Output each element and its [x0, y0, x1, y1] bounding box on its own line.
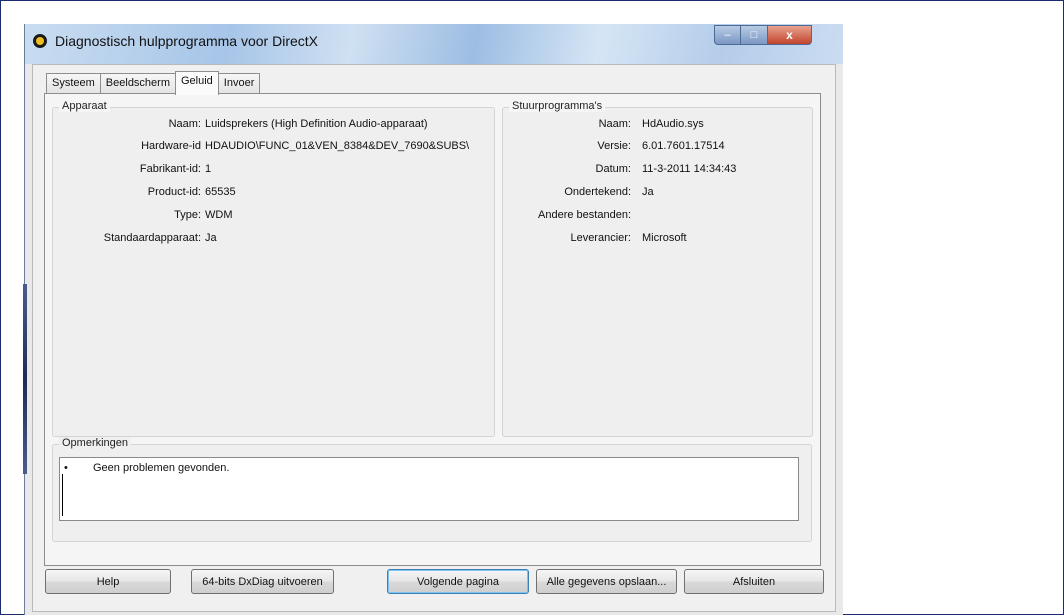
help-button[interactable]: Help: [45, 569, 171, 594]
text-caret: [62, 474, 63, 516]
apparaat-value-standaardapparaat: Ja: [205, 232, 217, 244]
driver-label-versie: Versie:: [597, 140, 631, 152]
bullet-icon: •: [64, 462, 68, 474]
driver-row-andere-bestanden: Andere bestanden:: [503, 209, 811, 223]
stuurprogrammas-group: Stuurprogramma's Naam: HdAudio.sys Versi…: [502, 100, 813, 437]
driver-row-leverancier: Leverancier: Microsoft: [503, 232, 811, 246]
driver-row-naam: Naam: HdAudio.sys: [503, 118, 811, 132]
exit-button[interactable]: Afsluiten: [684, 569, 824, 594]
driver-value-leverancier: Microsoft: [642, 232, 687, 244]
driver-label-datum: Datum:: [595, 163, 631, 175]
directx-icon: [33, 34, 47, 48]
apparaat-value-hardware-id: HDAUDIO\FUNC_01&VEN_8384&DEV_7690&SUBS\: [205, 140, 470, 152]
apparaat-value-product-id: 65535: [205, 186, 236, 198]
driver-value-datum: 11-3-2011 14:34:43: [642, 163, 737, 175]
window-title: Diagnostisch hulpprogramma voor DirectX: [55, 33, 318, 49]
apparaat-row-naam: Naam: Luidsprekers (High Definition Audi…: [53, 118, 493, 132]
apparaat-label-product-id: Product-id:: [147, 186, 201, 198]
apparaat-row-type: Type: WDM: [53, 209, 493, 223]
apparaat-value-fabrikant-id: 1: [205, 163, 212, 175]
driver-value-versie: 6.01.7601.17514: [642, 140, 725, 152]
apparaat-label-standaardapparaat: Standaardapparaat:: [103, 232, 201, 244]
title-bar[interactable]: Diagnostisch hulpprogramma voor DirectX …: [25, 24, 843, 64]
apparaat-value-naam: Luidsprekers (High Definition Audio-appa…: [205, 118, 428, 130]
driver-value-naam: HdAudio.sys: [642, 118, 704, 130]
apparaat-row-standaardapparaat: Standaardapparaat: Ja: [53, 232, 493, 246]
driver-label-leverancier: Leverancier:: [570, 232, 631, 244]
save-all-info-button[interactable]: Alle gegevens opslaan...: [536, 569, 677, 594]
notes-textbox[interactable]: • Geen problemen gevonden.: [59, 457, 799, 521]
apparaat-group: Apparaat Naam: Luidsprekers (High Defini…: [52, 100, 495, 437]
driver-row-versie: Versie: 6.01.7601.17514: [503, 140, 811, 154]
run-64bit-dxdiag-button[interactable]: 64-bits DxDiag uitvoeren: [191, 569, 334, 594]
tab-strip: Systeem Beeldscherm Geluid Invoer: [46, 70, 261, 95]
driver-value-ondertekend: Ja: [642, 186, 654, 198]
apparaat-group-title: Apparaat: [59, 100, 110, 112]
note-item: Geen problemen gevonden.: [93, 462, 230, 474]
apparaat-label-hardware-id: Hardware-id: [141, 140, 201, 152]
driver-row-datum: Datum: 11-3-2011 14:34:43: [503, 163, 811, 177]
client-area: Systeem Beeldscherm Geluid Invoer Appara…: [32, 64, 836, 612]
tab-panel-geluid: Apparaat Naam: Luidsprekers (High Defini…: [44, 93, 821, 566]
maximize-button[interactable]: □: [741, 25, 768, 45]
stuurprogrammas-group-title: Stuurprogramma's: [509, 100, 606, 112]
apparaat-row-fabrikant-id: Fabrikant-id: 1: [53, 163, 493, 177]
apparaat-label-naam: Naam:: [168, 118, 201, 130]
apparaat-row-product-id: Product-id: 65535: [53, 186, 493, 200]
opmerkingen-group: Opmerkingen • Geen problemen gevonden.: [52, 437, 812, 542]
tab-systeem[interactable]: Systeem: [46, 73, 101, 94]
apparaat-value-type: WDM: [205, 209, 233, 221]
driver-label-ondertekend: Ondertekend:: [564, 186, 631, 198]
driver-row-ondertekend: Ondertekend: Ja: [503, 186, 811, 200]
caption-buttons: – □ x: [714, 25, 812, 45]
apparaat-label-type: Type:: [174, 209, 201, 221]
opmerkingen-title: Opmerkingen: [59, 437, 132, 449]
apparaat-label-fabrikant-id: Fabrikant-id:: [139, 163, 201, 175]
minimize-icon: –: [724, 29, 731, 41]
apparaat-row-hardware-id: Hardware-id HDAUDIO\FUNC_01&VEN_8384&DEV…: [53, 140, 493, 154]
tab-geluid[interactable]: Geluid: [175, 71, 219, 95]
driver-label-andere-bestanden: Andere bestanden:: [538, 209, 631, 221]
close-button[interactable]: x: [768, 25, 812, 45]
tab-invoer[interactable]: Invoer: [217, 73, 261, 94]
maximize-icon: □: [750, 29, 758, 41]
minimize-button[interactable]: –: [714, 25, 741, 45]
tab-beeldscherm[interactable]: Beeldscherm: [99, 73, 176, 94]
driver-label-naam: Naam:: [598, 118, 631, 130]
dxdiag-window: Diagnostisch hulpprogramma voor DirectX …: [23, 24, 843, 615]
close-icon: x: [786, 28, 793, 42]
next-page-button[interactable]: Volgende pagina: [387, 569, 529, 594]
